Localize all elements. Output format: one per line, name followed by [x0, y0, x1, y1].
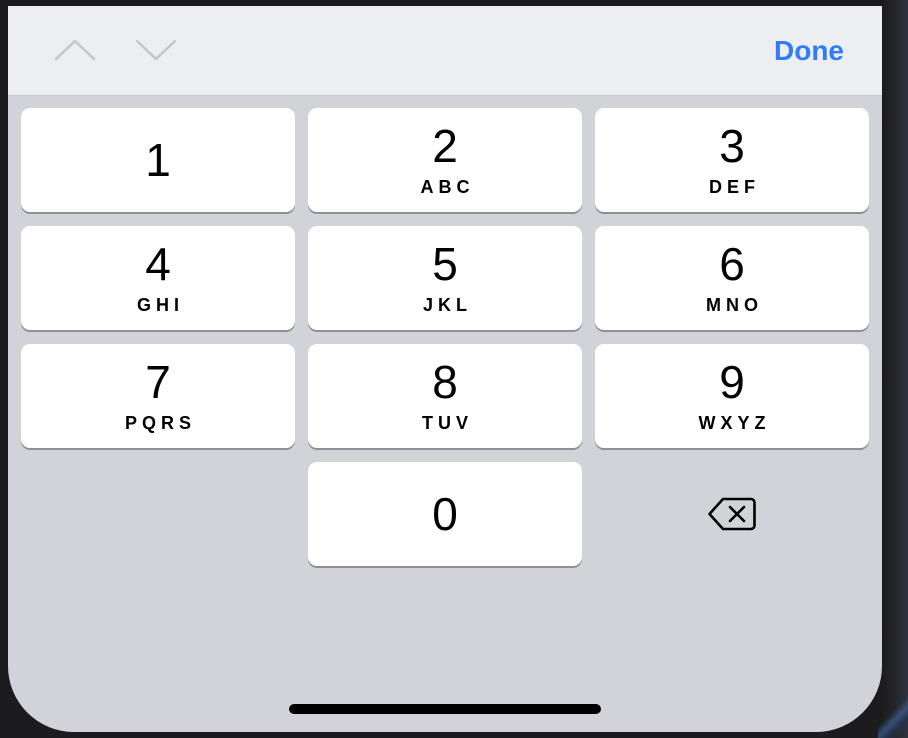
key-letters: PQRS	[124, 413, 196, 433]
key-3[interactable]: 3 DEF	[595, 108, 869, 212]
key-5[interactable]: 5 JKL	[308, 226, 582, 330]
delete-key[interactable]	[595, 462, 869, 566]
done-button[interactable]: Done	[774, 32, 844, 70]
keyboard-accessory-bar: Done	[8, 6, 882, 96]
key-letters: DEF	[709, 177, 760, 197]
device-corner-glint	[878, 698, 908, 738]
key-digit: 5	[432, 238, 458, 290]
key-digit: 1	[145, 134, 171, 186]
chevron-down-icon	[135, 39, 177, 61]
key-2[interactable]: 2 ABC	[308, 108, 582, 212]
key-6[interactable]: 6 MNO	[595, 226, 869, 330]
key-digit: 7	[145, 356, 171, 408]
backspace-icon	[708, 497, 756, 531]
key-digit: 3	[719, 120, 745, 172]
key-8[interactable]: 8 TUV	[308, 344, 582, 448]
key-digit: 6	[719, 238, 745, 290]
key-letters: GHI	[136, 295, 184, 315]
next-field-button[interactable]	[126, 30, 186, 70]
key-letters: JKL	[422, 295, 472, 315]
key-letters: WXYZ	[698, 413, 771, 433]
chevron-up-icon	[54, 39, 96, 61]
key-1[interactable]: 1	[21, 108, 295, 212]
previous-field-button[interactable]	[45, 30, 105, 70]
key-letters: MNO	[706, 295, 763, 315]
numeric-keyboard: Done 1 2 ABC 3 DEF 4 GHI 5 JKL 6 MNO 7 P…	[8, 6, 882, 732]
key-digit: 9	[719, 356, 745, 408]
key-7[interactable]: 7 PQRS	[21, 344, 295, 448]
device-frame: Done 1 2 ABC 3 DEF 4 GHI 5 JKL 6 MNO 7 P…	[0, 0, 908, 738]
key-digit: 4	[145, 238, 171, 290]
key-letters: ABC	[420, 177, 475, 197]
home-indicator[interactable]	[289, 704, 601, 714]
key-digit: 0	[432, 488, 458, 540]
key-letters: TUV	[422, 413, 473, 433]
key-digit: 8	[432, 356, 458, 408]
key-0[interactable]: 0	[308, 462, 582, 566]
key-9[interactable]: 9 WXYZ	[595, 344, 869, 448]
device-bezel-edge	[880, 0, 908, 738]
key-4[interactable]: 4 GHI	[21, 226, 295, 330]
key-digit: 2	[432, 120, 458, 172]
